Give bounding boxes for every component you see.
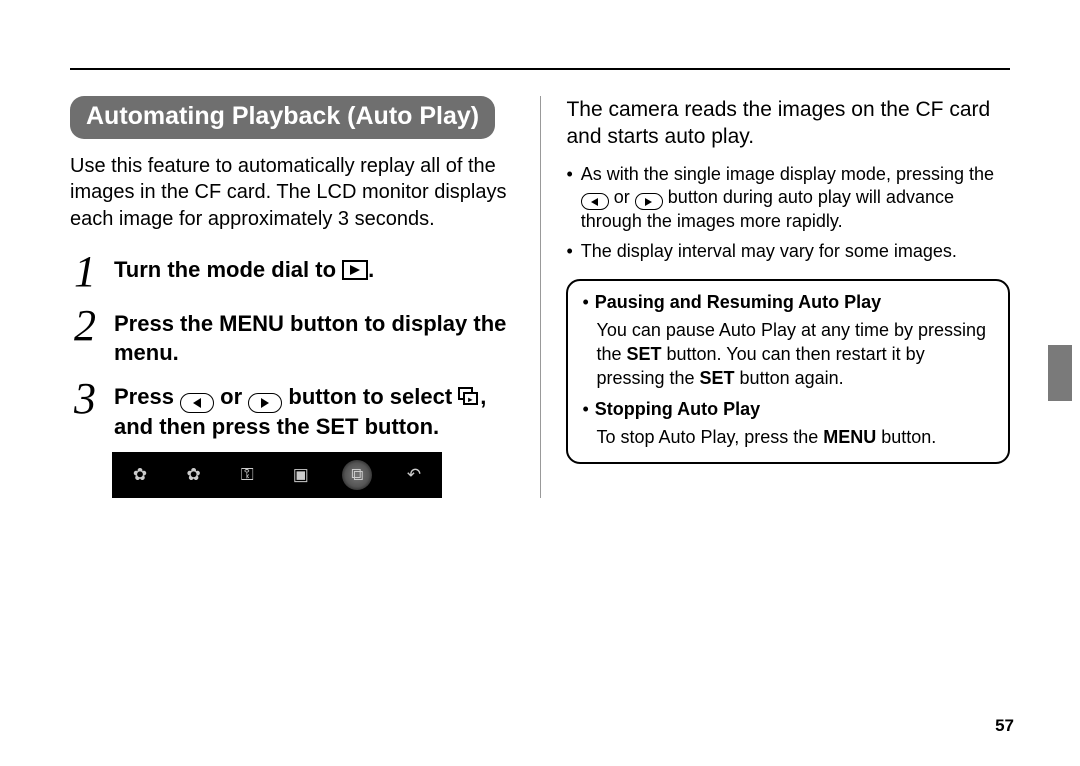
column-divider [540, 96, 541, 498]
bullet-item: • As with the single image display mode,… [566, 163, 1010, 234]
step3-text-b: or [214, 384, 248, 409]
step-number: 1 [70, 250, 100, 294]
bullet-list: • As with the single image display mode,… [566, 163, 1010, 264]
step-body: Turn the mode dial to . [114, 250, 374, 294]
b1-a: As with the single image display mode, p… [581, 164, 994, 184]
b1-c: button during auto play will advance thr… [581, 187, 954, 232]
autoplay-menu-icon: ▸ [458, 387, 480, 407]
step3-text-c: button to select [282, 384, 458, 409]
step-2: 2 Press the MENU button to display the m… [70, 304, 514, 367]
box-title-2: Stopping Auto Play [595, 398, 760, 422]
bullet-dot: • [566, 240, 572, 263]
intro-paragraph: Use this feature to automatically replay… [70, 153, 514, 232]
manual-page: Automating Playback (Auto Play) Use this… [0, 0, 1080, 766]
menu-icon-strip: ✿ ✿ ⚿ ▣ ⧉ ↶ [112, 452, 442, 498]
bullet-dot: • [566, 163, 572, 234]
menu-icon-2: ✿ [182, 465, 206, 485]
b1-b: or [609, 187, 635, 207]
bullet-dot: • [582, 398, 588, 422]
step-number: 3 [70, 377, 100, 442]
step-1: 1 Turn the mode dial to . [70, 250, 514, 294]
menu-icon-return: ↶ [402, 465, 426, 485]
p1c: button again. [735, 368, 844, 388]
side-tab-mark [1048, 345, 1072, 401]
menu-icon-key: ⚿ [235, 465, 259, 485]
section-title: Automating Playback (Auto Play) [70, 96, 495, 139]
right-intro: The camera reads the images on the CF ca… [566, 96, 1010, 151]
box-title-1: Pausing and Resuming Auto Play [595, 291, 881, 315]
right-arrow-button-icon [248, 393, 282, 413]
bullet-text: The display interval may vary for some i… [581, 240, 957, 263]
menu-icon-1: ✿ [128, 465, 152, 485]
p2a: To stop Auto Play, press the [596, 427, 823, 447]
box-body-1: You can pause Auto Play at any time by p… [596, 319, 994, 390]
step-body: Press or button to select ▸, and then pr… [114, 377, 514, 442]
menu-label: MENU [823, 427, 876, 447]
step1-text-a: Turn the mode dial to [114, 257, 342, 282]
p2b: button. [876, 427, 936, 447]
menu-icon-bracket: ▣ [289, 465, 313, 485]
playback-mode-icon [342, 260, 368, 280]
left-arrow-button-icon [180, 393, 214, 413]
step1-text-b: . [368, 257, 374, 282]
box-body-2: To stop Auto Play, press the MENU button… [596, 426, 994, 450]
set-label: SET [627, 344, 662, 364]
right-arrow-button-icon [635, 193, 663, 210]
bullet-text: As with the single image display mode, p… [581, 163, 1010, 234]
step-body: Press the MENU button to display the men… [114, 304, 514, 367]
right-column: The camera reads the images on the CF ca… [566, 96, 1010, 498]
top-rule [70, 68, 1010, 70]
box-subtitle-row: • Pausing and Resuming Auto Play [582, 291, 994, 315]
left-arrow-button-icon [581, 193, 609, 210]
set-label: SET [700, 368, 735, 388]
bullet-dot: • [582, 291, 588, 315]
step-number: 2 [70, 304, 100, 367]
step-3: 3 Press or button to select ▸, and then … [70, 377, 514, 442]
left-column: Automating Playback (Auto Play) Use this… [70, 96, 514, 498]
menu-icon-autoplay-selected: ⧉ [342, 460, 372, 490]
page-number: 57 [995, 716, 1014, 736]
bullet-item: • The display interval may vary for some… [566, 240, 1010, 263]
step3-text-a: Press [114, 384, 180, 409]
box-subtitle-row: • Stopping Auto Play [582, 398, 994, 422]
two-column-layout: Automating Playback (Auto Play) Use this… [50, 96, 1030, 498]
tips-box: • Pausing and Resuming Auto Play You can… [566, 279, 1010, 464]
